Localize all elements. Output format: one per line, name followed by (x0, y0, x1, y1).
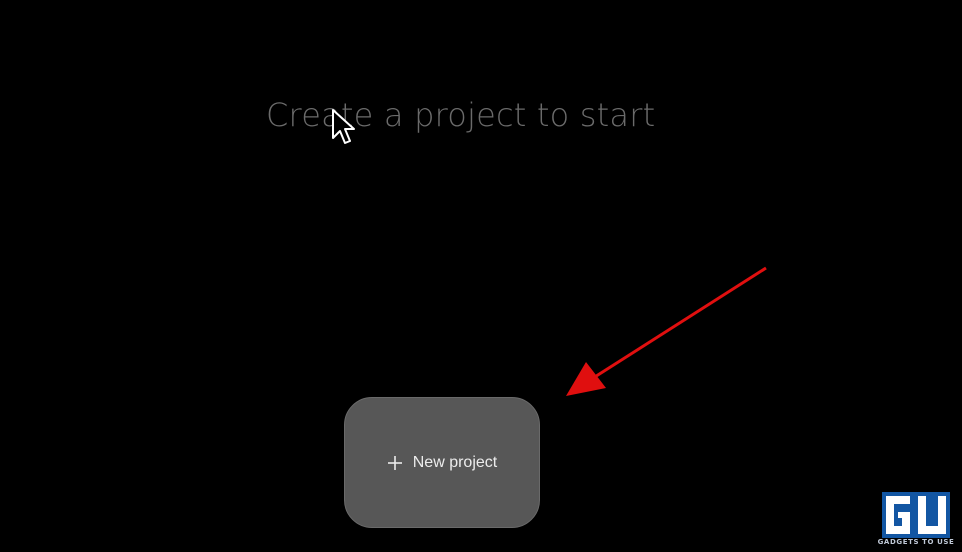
new-project-button[interactable]: New project (344, 397, 540, 528)
mouse-pointer-icon (332, 109, 355, 144)
watermark-caption: GADGETS TO USE (877, 538, 955, 546)
new-project-label: New project (412, 453, 498, 471)
annotation-arrow-icon (566, 266, 767, 396)
empty-state-headline: Create a project to start (266, 96, 656, 134)
new-project-button-content: New project (387, 454, 497, 472)
plus-icon (387, 455, 402, 470)
app-screen: Create a project to start New project GA… (0, 0, 962, 552)
